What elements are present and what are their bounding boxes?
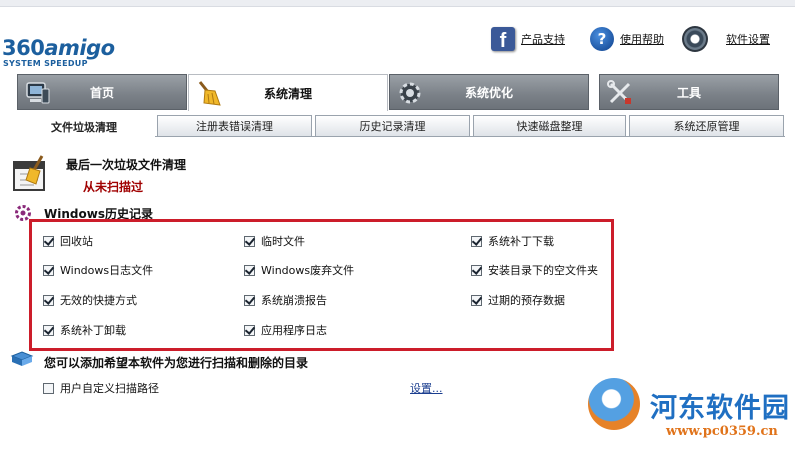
main-tab-bar: 首页 系统清理 系统优化 工具 (17, 74, 779, 111)
checkbox-box[interactable] (43, 324, 54, 336)
last-clean-status: 从未扫描过 (83, 180, 144, 194)
custom-dirs-title: 您可以添加希望本软件为您进行扫描和删除的目录 (44, 356, 309, 370)
checkbox-custom-scan-path[interactable]: 用户自定义扫描路径 (43, 380, 159, 396)
subtab-file-junk[interactable]: 文件垃圾清理 (15, 115, 153, 137)
checkbox-label: 无效的快捷方式 (60, 294, 137, 307)
sub-tab-underline (155, 136, 785, 137)
logo-number: 360 (2, 36, 45, 60)
tab-system-clean[interactable]: 系统清理 (188, 74, 388, 111)
custom-path-settings-link[interactable]: 设置... (410, 380, 443, 396)
checkbox-invalid-shortcuts[interactable]: 无效的快捷方式 (43, 292, 137, 308)
settings-label: 软件设置 (726, 33, 770, 46)
checkbox-patch-uninstall[interactable]: 系统补丁卸载 (43, 322, 126, 338)
subtab-restore-label: 系统还原管理 (673, 120, 740, 133)
checkbox-box[interactable] (43, 235, 54, 247)
help-link[interactable]: ? 使用帮助 (590, 27, 664, 51)
checkbox-label: 应用程序日志 (261, 324, 327, 337)
checkbox-recycle-bin[interactable]: 回收站 (43, 233, 93, 249)
tab-system-clean-label: 系统清理 (263, 86, 312, 101)
watermark-name: 河东软件园 (650, 393, 790, 424)
checkbox-expired-prefetch[interactable]: 过期的预存数据 (471, 292, 565, 308)
watermark-logo (588, 378, 640, 430)
subtab-file-junk-label: 文件垃圾清理 (51, 120, 117, 134)
checkbox-box[interactable] (244, 264, 255, 276)
tab-tools-label: 工具 (676, 85, 701, 100)
checkbox-windows-logs[interactable]: Windows日志文件 (43, 262, 153, 278)
subtab-restore[interactable]: 系统还原管理 (629, 115, 784, 137)
sub-tab-bar: 文件垃圾清理 注册表错误清理 历史记录清理 快速磁盘整理 系统还原管理 (15, 115, 785, 137)
tab-tools[interactable]: 工具 (599, 74, 779, 110)
last-clean-title: 最后一次垃圾文件清理 (66, 158, 187, 172)
history-section-title: Windows历史记录 (44, 207, 153, 221)
checkbox-patch-download[interactable]: 系统补丁下载 (471, 233, 554, 249)
subtab-history-label: 历史记录清理 (359, 120, 426, 133)
checkbox-label: 用户自定义扫描路径 (60, 382, 159, 395)
checkbox-label: 系统补丁卸载 (60, 324, 126, 337)
tab-system-optimize-label: 系统优化 (464, 85, 513, 100)
product-support-label: 产品支持 (521, 33, 565, 46)
tab-home-label: 首页 (89, 85, 114, 100)
checkbox-box[interactable] (244, 294, 255, 306)
logo-tagline: SYSTEM SPEEDUP (3, 59, 88, 68)
subtab-history[interactable]: 历史记录清理 (315, 115, 470, 137)
calendar-broom-icon (13, 155, 45, 191)
checkbox-label: Windows日志文件 (60, 264, 154, 277)
app-logo: 360amigo SYSTEM SPEEDUP (2, 34, 122, 74)
subtab-registry-label: 注册表错误清理 (196, 120, 273, 133)
settings-gear-icon (15, 205, 31, 221)
checkbox-box[interactable] (244, 324, 255, 336)
checkbox-box[interactable] (471, 235, 482, 247)
gear-icon (682, 26, 708, 52)
checkbox-label: 过期的预存数据 (488, 294, 565, 307)
checkbox-box[interactable] (471, 294, 482, 306)
window-top-strip (0, 0, 795, 7)
checkbox-box[interactable] (43, 382, 54, 394)
checkbox-box[interactable] (471, 264, 482, 276)
watermark-url: www.pc0359.cn (666, 424, 778, 439)
checkbox-label: 系统崩溃报告 (261, 294, 327, 307)
facebook-icon: f (491, 27, 515, 51)
checkbox-app-logs[interactable]: 应用程序日志 (244, 322, 327, 338)
checkbox-windows-obsolete[interactable]: Windows废弃文件 (244, 262, 354, 278)
checkbox-empty-folders[interactable]: 安装目录下的空文件夹 (471, 262, 598, 278)
product-support-link[interactable]: f 产品支持 (491, 27, 565, 51)
subtab-defrag[interactable]: 快速磁盘整理 (473, 115, 626, 137)
help-icon: ? (590, 27, 614, 51)
subtab-defrag-label: 快速磁盘整理 (516, 120, 583, 133)
checkbox-label: Windows废弃文件 (261, 264, 355, 277)
help-label: 使用帮助 (620, 33, 664, 46)
checkbox-label: 安装目录下的空文件夹 (488, 264, 598, 277)
checkbox-temp-files[interactable]: 临时文件 (244, 233, 305, 249)
tab-home[interactable]: 首页 (17, 74, 187, 110)
checkbox-crash-reports[interactable]: 系统崩溃报告 (244, 292, 327, 308)
settings-link[interactable]: 软件设置 (682, 26, 770, 52)
subtab-registry[interactable]: 注册表错误清理 (157, 115, 312, 137)
logo-name: amigo (44, 36, 115, 60)
tab-system-optimize[interactable]: 系统优化 (389, 74, 589, 110)
checkbox-label: 回收站 (60, 235, 93, 248)
checkbox-box[interactable] (43, 264, 54, 276)
book-icon (10, 351, 34, 366)
checkbox-box[interactable] (43, 294, 54, 306)
checkbox-box[interactable] (244, 235, 255, 247)
checkbox-label: 系统补丁下载 (488, 235, 554, 248)
checkbox-label: 临时文件 (261, 235, 305, 248)
